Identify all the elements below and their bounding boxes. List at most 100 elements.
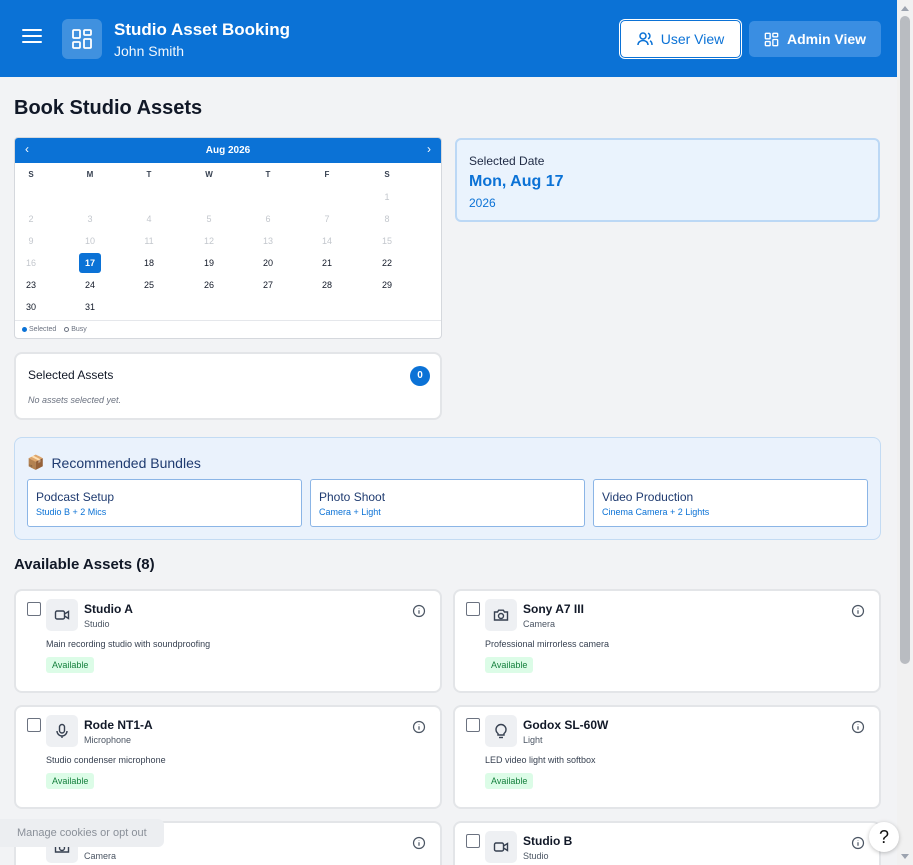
asset-checkbox[interactable] (27, 602, 41, 616)
calendar-day[interactable]: 18 (138, 253, 160, 273)
asset-description: Studio condenser microphone (46, 755, 166, 765)
calendar-legend: Selected Busy (15, 320, 441, 338)
user-view-button[interactable]: User View (620, 20, 741, 58)
bundle-podcast-setup[interactable]: Podcast Setup Studio B + 2 Mics (27, 479, 302, 527)
calendar-day[interactable]: 25 (138, 275, 160, 295)
bundles-title: Recommended Bundles (51, 454, 201, 471)
app-title: Studio Asset Booking (114, 20, 290, 39)
asset-checkbox[interactable] (466, 718, 480, 732)
admin-view-button[interactable]: Admin View (749, 21, 881, 57)
calendar-day: 9 (28, 236, 34, 246)
asset-type: Camera (84, 851, 117, 861)
selected-assets-title: Selected Assets (28, 368, 114, 382)
selected-count-badge: 0 (410, 366, 430, 386)
calendar-day: 10 (84, 236, 95, 246)
status-badge: Available (46, 657, 95, 673)
calendar-day[interactable]: 27 (257, 275, 279, 295)
bundle-desc: Camera + Light (319, 507, 381, 517)
camera-icon (485, 599, 517, 631)
bundle-name: Podcast Setup (36, 490, 115, 504)
calendar-day[interactable]: 19 (198, 253, 220, 273)
calendar-day: 14 (321, 236, 332, 246)
users-icon (636, 32, 653, 46)
weekday-label: M (86, 170, 94, 179)
asset-type: Studio (84, 619, 110, 629)
menu-icon[interactable] (22, 29, 42, 47)
asset-description: Professional mirrorless camera (485, 639, 610, 649)
video-icon (46, 599, 78, 631)
booking-calendar: ‹ Aug 2026 › S M T W T F S 1 2 3 4 5 6 7 8 9 10 11 12 13 14 1… (14, 137, 442, 339)
calendar-day: 15 (381, 236, 392, 246)
page-title: Book Studio Assets (14, 97, 203, 119)
available-assets-title: Available Assets (8) (14, 556, 155, 573)
asset-card: Studio B Studio (453, 821, 881, 865)
asset-checkbox[interactable] (27, 718, 41, 732)
selected-date-card: Selected Date Mon, Aug 17 2026 (455, 138, 880, 222)
selected-assets-card: Selected Assets 0 No assets selected yet… (14, 352, 442, 420)
weekday-label: T (146, 170, 152, 179)
info-icon[interactable] (851, 836, 865, 850)
selected-date-year: 2026 (469, 196, 496, 210)
calendar-day[interactable]: 29 (376, 275, 398, 295)
scroll-up-icon[interactable] (901, 6, 909, 11)
lightbulb-icon (485, 715, 517, 747)
calendar-day-selected[interactable]: 17 (79, 253, 101, 273)
info-icon[interactable] (851, 720, 865, 734)
calendar-day: 6 (265, 214, 271, 224)
calendar-day[interactable]: 21 (316, 253, 338, 273)
calendar-day[interactable]: 26 (198, 275, 220, 295)
bundle-desc: Cinema Camera + 2 Lights (602, 507, 710, 517)
calendar-day: 7 (324, 214, 330, 224)
bundle-video-production[interactable]: Video Production Cinema Camera + 2 Light… (593, 479, 868, 527)
calendar-day[interactable]: 30 (20, 297, 42, 317)
calendar-day[interactable]: 22 (376, 253, 398, 273)
asset-checkbox[interactable] (466, 834, 480, 848)
bundle-photo-shoot[interactable]: Photo Shoot Camera + Light (310, 479, 585, 527)
info-icon[interactable] (851, 604, 865, 618)
chevron-right-icon[interactable]: › (427, 142, 431, 156)
info-icon[interactable] (412, 604, 426, 618)
bundle-name: Photo Shoot (319, 490, 386, 504)
calendar-day: 11 (144, 236, 154, 246)
help-button[interactable]: ? (869, 822, 899, 852)
asset-card: Studio A Studio Main recording studio wi… (14, 589, 442, 693)
dashboard-icon (764, 32, 779, 46)
calendar-month: Aug 2026 (205, 145, 251, 156)
asset-card: Godox SL-60W Light LED video light with … (453, 705, 881, 809)
scroll-thumb[interactable] (900, 16, 910, 664)
asset-name: Godox SL-60W (523, 718, 609, 732)
asset-type: Camera (523, 619, 556, 629)
calendar-day: 16 (25, 258, 36, 268)
asset-card: Sony A7 III Camera Professional mirrorle… (453, 589, 881, 693)
status-badge: Available (485, 773, 534, 789)
calendar-day[interactable]: 28 (316, 275, 338, 295)
asset-name: Sony A7 III (523, 602, 584, 616)
calendar-day[interactable]: 31 (79, 297, 101, 317)
info-icon[interactable] (412, 720, 426, 734)
scroll-down-icon[interactable] (901, 854, 909, 859)
weekday-label: W (205, 170, 213, 179)
calendar-day[interactable]: 23 (20, 275, 42, 295)
asset-description: Main recording studio with soundproofing (46, 639, 211, 649)
asset-checkbox[interactable] (466, 602, 480, 616)
weekday-label: S (28, 170, 34, 179)
admin-view-label: Admin View (786, 31, 867, 47)
video-icon (485, 831, 517, 863)
bundle-name: Video Production (602, 490, 694, 504)
calendar-day: 12 (203, 236, 214, 246)
calendar-day: 2 (28, 214, 34, 224)
asset-type: Studio (523, 851, 549, 861)
asset-card: Rode NT1-A Microphone Studio condenser m… (14, 705, 442, 809)
info-icon[interactable] (412, 836, 426, 850)
page-scrollbar[interactable] (897, 0, 913, 865)
calendar-day: 4 (146, 214, 152, 224)
bundles-title-row: 📦 Recommended Bundles (27, 454, 201, 471)
status-badge: Available (46, 773, 95, 789)
calendar-day[interactable]: 24 (79, 275, 101, 295)
weekday-label: F (324, 170, 330, 179)
legend-busy: Busy (71, 326, 87, 333)
selected-date-label: Selected Date (469, 154, 545, 168)
microphone-icon (46, 715, 78, 747)
cookie-consent-link[interactable]: Manage cookies or opt out (0, 819, 164, 847)
calendar-day[interactable]: 20 (257, 253, 279, 273)
